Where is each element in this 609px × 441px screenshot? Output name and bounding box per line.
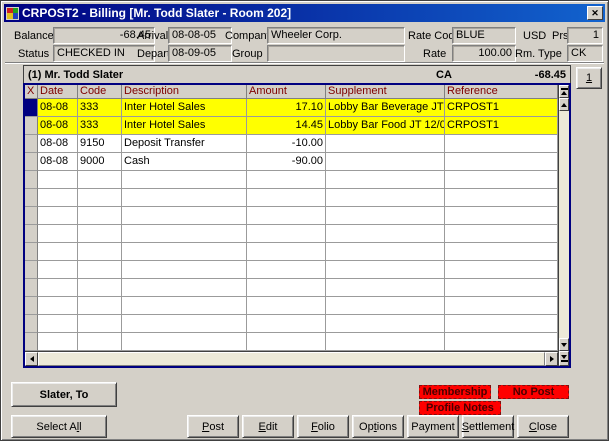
table-row[interactable]: 08-08 333 Inter Hotel Sales 14.45 Lobby … [25,117,558,135]
table-row[interactable]: 08-08 333 Inter Hotel Sales 17.10 Lobby … [25,99,558,117]
action-button-row: Post Edit Folio Options Payment Settleme… [187,415,569,438]
empty-rows [25,171,558,351]
col-header-date: Date [38,85,78,98]
empty-row [25,261,558,279]
arrival-field: 08-08-05 [168,27,232,44]
header-separator [5,62,604,64]
prs-field: 1 [567,27,603,44]
row-select-cell[interactable] [25,117,38,135]
scroll-up-icon[interactable] [559,98,569,111]
select-all-button[interactable]: Select All [11,415,107,438]
window-title: CRPOST2 - Billing [Mr. Todd Slater - Roo… [22,6,587,20]
grid-header-row: X Date Code Description Amount Supplemen… [25,85,558,99]
group-field [267,45,405,62]
folio-window-1-button[interactable]: 1 [576,67,602,89]
payment-type: CA [436,69,506,81]
empty-row [25,333,558,351]
currency-label: USD [523,29,546,43]
company-label: Company [225,29,272,43]
rate-field: 100.00 [452,45,516,62]
group-label: Group [232,47,263,61]
guest-name-button[interactable]: Slater, To [11,382,117,407]
vertical-scrollbar-track[interactable] [559,111,569,338]
scroll-down-icon[interactable] [559,338,569,351]
empty-row [25,243,558,261]
empty-row [25,315,558,333]
horizontal-scrollbar-track[interactable] [38,352,545,366]
row-select-cell[interactable] [25,153,38,171]
empty-row [25,207,558,225]
empty-row [25,189,558,207]
col-header-code: Code [78,85,122,98]
col-header-supplement: Supplement [326,85,445,98]
rate-code-field: BLUE [452,27,516,44]
scroll-left-icon[interactable] [25,352,38,366]
rm-type-label: Rm. Type [515,47,562,61]
empty-row [25,279,558,297]
folio-tab-title: (1) Mr. Todd Slater [28,69,436,81]
folio-button[interactable]: Folio [297,415,349,438]
options-button[interactable]: Options [352,415,404,438]
col-header-reference: Reference [445,85,558,98]
folio-panel: (1) Mr. Todd Slater CA -68.45 X Date Cod… [23,65,571,368]
horizontal-scrollbar[interactable] [25,351,558,366]
edit-button[interactable]: Edit [242,415,294,438]
membership-badge[interactable]: Membership [419,385,491,399]
scroll-to-bottom-icon[interactable] [559,351,569,366]
empty-row [25,297,558,315]
row-select-cell[interactable] [25,99,38,117]
title-bar: CRPOST2 - Billing [Mr. Todd Slater - Roo… [4,4,605,22]
row-select-cell[interactable] [25,135,38,153]
profile-notes-badge[interactable]: Profile Notes [419,401,501,415]
postings-grid: X Date Code Description Amount Supplemen… [23,83,571,368]
empty-row [25,171,558,189]
depart-label: Depart [137,47,170,61]
settlement-button[interactable]: Settlement [462,415,514,438]
app-icon [6,7,19,20]
balance-label: Balance [14,29,54,43]
billing-window: CRPOST2 - Billing [Mr. Todd Slater - Roo… [0,0,609,441]
table-row[interactable]: 08-08 9150 Deposit Transfer -10.00 [25,135,558,153]
vertical-scrollbar[interactable] [558,85,569,366]
rm-type-field: CK [567,45,603,62]
status-label: Status [18,47,49,61]
empty-row [25,225,558,243]
col-header-description: Description [122,85,247,98]
table-row[interactable]: 08-08 9000 Cash -90.00 [25,153,558,171]
scroll-right-icon[interactable] [545,352,558,366]
close-icon[interactable]: ✕ [587,6,603,20]
col-header-x: X [25,85,38,98]
payment-button[interactable]: Payment [407,415,459,438]
folio-tab[interactable]: (1) Mr. Todd Slater CA -68.45 [23,65,571,83]
arrival-label: Arrival [137,29,168,43]
col-header-amount: Amount [247,85,326,98]
folio-balance: -68.45 [506,69,566,81]
company-field: Wheeler Corp. [267,27,405,44]
rate-label: Rate [423,47,446,61]
no-post-badge[interactable]: No Post [498,385,569,399]
depart-field: 08-09-05 [168,45,232,62]
post-button[interactable]: Post [187,415,239,438]
close-button[interactable]: Close [517,415,569,438]
scroll-to-top-icon[interactable] [559,85,569,98]
